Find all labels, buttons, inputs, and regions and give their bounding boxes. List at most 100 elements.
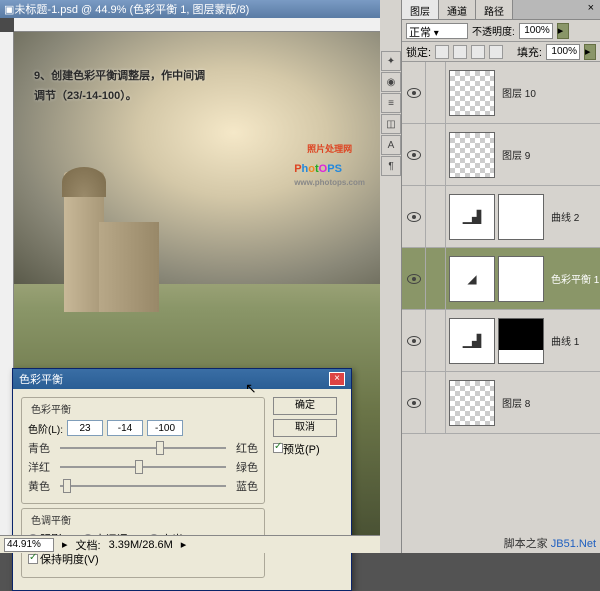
preserve-luminosity-checkbox[interactable]: 保持明度(V) (28, 551, 99, 567)
mask-thumbnail[interactable] (498, 194, 544, 240)
blue-label: 蓝色 (230, 478, 258, 494)
tool-button-5[interactable]: A (381, 135, 401, 155)
cancel-button[interactable]: 取消 (273, 419, 337, 437)
document-titlebar: ▣ 未标题-1.psd @ 44.9% (色彩平衡 1, 图层蒙版/8) (0, 0, 380, 18)
layer-thumbnail[interactable] (449, 380, 495, 426)
doc-size: 3.39M/28.6M (109, 539, 173, 551)
preview-checkbox[interactable]: 预览(P) (273, 441, 320, 457)
tool-button-1[interactable]: ✦ (381, 51, 401, 71)
eye-icon (407, 150, 421, 160)
lock-all-icon[interactable] (489, 45, 503, 59)
fill-label: 填充: (517, 44, 542, 60)
adjustment-thumbnail[interactable]: ▁▟ (449, 318, 495, 364)
yellow-blue-slider[interactable] (60, 479, 226, 493)
title-icon: ▣ (4, 3, 14, 16)
eye-icon (407, 398, 421, 408)
ok-button[interactable]: 确定 (273, 397, 337, 415)
visibility-toggle[interactable] (402, 372, 426, 433)
fill-input[interactable] (546, 44, 580, 60)
layer-name-label[interactable]: 图层 8 (498, 395, 530, 410)
visibility-toggle[interactable] (402, 248, 426, 309)
magenta-green-slider[interactable] (60, 460, 226, 474)
close-icon[interactable]: × (329, 372, 345, 386)
layer-link-area[interactable] (426, 248, 446, 309)
level-input-3[interactable] (147, 420, 183, 436)
green-label: 绿色 (230, 459, 258, 475)
magenta-label: 洋红 (28, 459, 56, 475)
level-input-2[interactable] (107, 420, 143, 436)
adjustment-thumbnail[interactable]: ◢ (449, 256, 495, 302)
tool-button-6[interactable]: ¶ (381, 156, 401, 176)
chevron-right-icon[interactable]: ▸ (62, 538, 68, 551)
ruler-horizontal[interactable] (14, 18, 380, 32)
document-title: 未标题-1.psd @ 44.9% (色彩平衡 1, 图层蒙版/8) (14, 1, 249, 17)
layer-thumbnail[interactable] (449, 70, 495, 116)
doc-label: 文档: (76, 537, 101, 553)
opacity-label: 不透明度: (472, 23, 515, 38)
layer-name-label[interactable]: 色彩平衡 1 (547, 271, 599, 286)
layer-name-label[interactable]: 曲线 2 (547, 209, 579, 224)
tab-channels[interactable]: 通道 (439, 0, 476, 19)
layer-row[interactable]: ◢ 色彩平衡 1 (402, 248, 600, 310)
layer-link-area[interactable] (426, 186, 446, 247)
tool-button-2[interactable]: ◉ (381, 72, 401, 92)
layer-link-area[interactable] (426, 372, 446, 433)
watermark-logo: 照片处理网 PhotOPS www.photops.com (294, 142, 365, 187)
chevron-right-icon[interactable]: ▸ (181, 538, 187, 551)
canvas-image-castle (64, 152, 154, 332)
panel-menu-icon[interactable]: × (582, 0, 600, 19)
eye-icon (407, 212, 421, 222)
tool-button-4[interactable]: ◫ (381, 114, 401, 134)
adjustment-thumbnail[interactable]: ▁▟ (449, 194, 495, 240)
layer-link-area[interactable] (426, 310, 446, 371)
cyan-label: 青色 (28, 440, 56, 456)
tone-balance-group-label: 色调平衡 (28, 512, 74, 527)
lock-pixels-icon[interactable] (453, 45, 467, 59)
tab-paths[interactable]: 路径 (476, 0, 513, 19)
tool-button-3[interactable]: ≡ (381, 93, 401, 113)
layer-row[interactable]: 图层 9 (402, 124, 600, 186)
instruction-text: 9、创建色彩平衡调整层，作中间调 调节（23/-14-100）。 (34, 67, 205, 107)
layer-row[interactable]: 图层 10 (402, 62, 600, 124)
level-input-1[interactable] (67, 420, 103, 436)
dialog-title: 色彩平衡 (19, 371, 63, 387)
tab-layers[interactable]: 图层 (402, 0, 439, 19)
fill-flyout-icon[interactable]: ▸ (584, 44, 596, 60)
layers-list[interactable]: 图层 10 图层 9 ▁▟ 曲线 2 ◢ 色彩平衡 1 ▁▟ 曲线 1 图层 8 (402, 62, 600, 553)
layer-name-label[interactable]: 图层 10 (498, 85, 536, 100)
visibility-toggle[interactable] (402, 186, 426, 247)
cyan-red-slider[interactable] (60, 441, 226, 455)
color-balance-dialog: 色彩平衡 × 色彩平衡 色阶(L): 青色 (12, 368, 352, 591)
blend-mode-select[interactable]: 正常 ▾ (406, 23, 468, 39)
visibility-toggle[interactable] (402, 310, 426, 371)
eye-icon (407, 88, 421, 98)
layer-name-label[interactable]: 图层 9 (498, 147, 530, 162)
opacity-flyout-icon[interactable]: ▸ (557, 23, 569, 39)
collapsed-toolstrip: ✦ ◉ ≡ ◫ A ¶ (380, 0, 402, 553)
visibility-toggle[interactable] (402, 62, 426, 123)
lock-transparency-icon[interactable] (435, 45, 449, 59)
statusbar: ▸ 文档: 3.39M/28.6M ▸ (0, 535, 380, 553)
mask-thumbnail[interactable] (498, 256, 544, 302)
layer-link-area[interactable] (426, 124, 446, 185)
zoom-input[interactable] (4, 538, 54, 552)
dialog-titlebar[interactable]: 色彩平衡 × (13, 369, 351, 389)
opacity-input[interactable] (519, 23, 553, 39)
layer-row[interactable]: ▁▟ 曲线 1 (402, 310, 600, 372)
layer-row[interactable]: ▁▟ 曲线 2 (402, 186, 600, 248)
layer-row[interactable]: 图层 8 (402, 372, 600, 434)
lock-label: 锁定: (406, 44, 431, 60)
footer-credit: 脚本之家 JB51.Net (504, 535, 596, 551)
yellow-label: 黄色 (28, 478, 56, 494)
levels-label: 色阶(L): (28, 421, 63, 436)
lock-position-icon[interactable] (471, 45, 485, 59)
red-label: 红色 (230, 440, 258, 456)
eye-icon (407, 274, 421, 284)
color-balance-group-label: 色彩平衡 (28, 401, 74, 416)
layer-name-label[interactable]: 曲线 1 (547, 333, 579, 348)
layer-link-area[interactable] (426, 62, 446, 123)
eye-icon (407, 336, 421, 346)
mask-thumbnail[interactable] (498, 318, 544, 364)
layer-thumbnail[interactable] (449, 132, 495, 178)
visibility-toggle[interactable] (402, 124, 426, 185)
